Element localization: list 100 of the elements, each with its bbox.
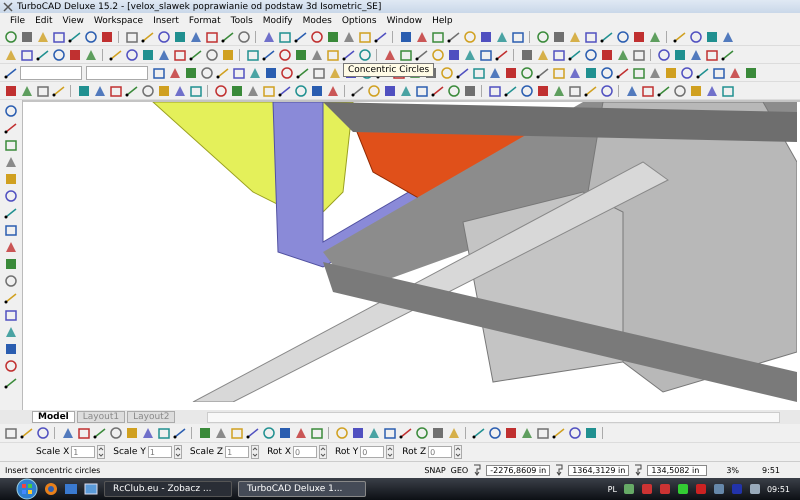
line-tool-icon[interactable]	[216, 66, 230, 80]
triangle-tool-icon[interactable]	[4, 240, 18, 254]
circle-tool-icon[interactable]	[310, 30, 324, 44]
menu-item[interactable]: View	[62, 16, 84, 26]
line-tool-icon[interactable]	[657, 84, 671, 98]
line-tool-icon[interactable]	[4, 376, 18, 390]
number-field[interactable]: 1	[225, 446, 250, 458]
square-tool-icon[interactable]	[632, 66, 646, 80]
circle-tool-icon[interactable]	[237, 30, 251, 44]
filled-square-icon[interactable]	[399, 30, 413, 44]
circle-tool-icon[interactable]	[157, 30, 171, 44]
line-tool-icon[interactable]	[456, 66, 470, 80]
triangle-tool-icon[interactable]	[383, 48, 397, 62]
square-tool-icon[interactable]	[4, 308, 18, 322]
menu-item[interactable]: File	[10, 16, 26, 26]
dropdown-field[interactable]	[86, 66, 148, 80]
filled-square-icon[interactable]	[294, 48, 308, 62]
circle-tool-icon[interactable]	[616, 30, 630, 44]
filled-square-icon[interactable]	[744, 66, 758, 80]
circle-tool-icon[interactable]	[657, 48, 671, 62]
menu-item[interactable]: Workspace	[94, 16, 144, 26]
square-tool-icon[interactable]	[568, 84, 582, 98]
triangle-tool-icon[interactable]	[168, 66, 182, 80]
square-tool-icon[interactable]	[152, 66, 166, 80]
filled-square-icon[interactable]	[536, 84, 550, 98]
number-field[interactable]: 0	[360, 446, 384, 458]
line-tool-icon[interactable]	[584, 84, 598, 98]
horizontal-scrollbar[interactable]	[207, 412, 780, 422]
filled-square-icon[interactable]	[504, 66, 518, 80]
filled-square-icon[interactable]	[584, 426, 598, 440]
circle-tool-icon[interactable]	[689, 30, 703, 44]
filled-square-icon[interactable]	[184, 66, 198, 80]
triangle-tool-icon[interactable]	[520, 426, 534, 440]
tray-icon[interactable]	[658, 483, 671, 495]
line-tool-icon[interactable]	[536, 66, 550, 80]
circle-tool-icon[interactable]	[415, 426, 429, 440]
triangle-tool-icon[interactable]	[189, 30, 203, 44]
circle-tool-icon[interactable]	[141, 84, 155, 98]
language-indicator[interactable]: PL	[608, 484, 617, 494]
filled-square-icon[interactable]	[264, 66, 278, 80]
square-tool-icon[interactable]	[488, 84, 502, 98]
square-tool-icon[interactable]	[536, 426, 550, 440]
circle-tool-icon[interactable]	[278, 48, 292, 62]
triangle-tool-icon[interactable]	[367, 426, 381, 440]
filled-square-icon[interactable]	[632, 30, 646, 44]
menu-item[interactable]: Window	[386, 16, 422, 26]
filled-square-icon[interactable]	[198, 426, 212, 440]
square-tool-icon[interactable]	[584, 30, 598, 44]
filled-square-icon[interactable]	[326, 30, 340, 44]
line-tool-icon[interactable]	[616, 66, 630, 80]
tray-icon[interactable]	[748, 483, 761, 495]
filled-square-icon[interactable]	[383, 84, 397, 98]
triangle-tool-icon[interactable]	[705, 84, 719, 98]
circle-tool-icon[interactable]	[4, 274, 18, 288]
triangle-tool-icon[interactable]	[625, 84, 639, 98]
filled-square-icon[interactable]	[4, 257, 18, 271]
line-tool-icon[interactable]	[189, 48, 203, 62]
circle-tool-icon[interactable]	[520, 66, 534, 80]
line-tool-icon[interactable]	[294, 30, 308, 44]
square-tool-icon[interactable]	[109, 84, 123, 98]
start-button[interactable]	[16, 478, 38, 500]
filled-square-icon[interactable]	[351, 426, 365, 440]
circle-tool-icon[interactable]	[200, 66, 214, 80]
square-tool-icon[interactable]	[36, 84, 50, 98]
square-tool-icon[interactable]	[173, 48, 187, 62]
triangle-tool-icon[interactable]	[415, 30, 429, 44]
geo-indicator[interactable]: GEO	[450, 466, 468, 474]
filled-square-icon[interactable]	[600, 48, 614, 62]
filled-square-icon[interactable]	[552, 30, 566, 44]
line-tool-icon[interactable]	[495, 48, 509, 62]
filled-square-icon[interactable]	[520, 48, 534, 62]
filled-square-icon[interactable]	[447, 48, 461, 62]
circle-tool-icon[interactable]	[4, 359, 18, 373]
line-tool-icon[interactable]	[4, 206, 18, 220]
line-tool-icon[interactable]	[504, 84, 518, 98]
filled-square-icon[interactable]	[278, 426, 292, 440]
tray-icon[interactable]	[640, 483, 653, 495]
circle-tool-icon[interactable]	[568, 426, 582, 440]
circle-tool-icon[interactable]	[600, 66, 614, 80]
square-tool-icon[interactable]	[52, 30, 66, 44]
square-tool-icon[interactable]	[431, 30, 445, 44]
line-tool-icon[interactable]	[447, 30, 461, 44]
number-field[interactable]: 0	[428, 446, 452, 458]
triangle-tool-icon[interactable]	[721, 30, 735, 44]
filled-square-icon[interactable]	[20, 30, 34, 44]
line-tool-icon[interactable]	[93, 426, 107, 440]
triangle-tool-icon[interactable]	[173, 84, 187, 98]
menu-item[interactable]: Edit	[35, 16, 52, 26]
square-tool-icon[interactable]	[189, 84, 203, 98]
filled-square-icon[interactable]	[310, 84, 324, 98]
triangle-tool-icon[interactable]	[488, 66, 502, 80]
spinner-icon[interactable]	[251, 445, 260, 459]
circle-tool-icon[interactable]	[600, 84, 614, 98]
circle-tool-icon[interactable]	[680, 66, 694, 80]
filled-square-icon[interactable]	[463, 84, 477, 98]
taskbar-button[interactable]: RcClub.eu - Zobacz ...	[104, 481, 232, 497]
triangle-tool-icon[interactable]	[141, 426, 155, 440]
menu-item[interactable]: Format	[188, 16, 221, 26]
circle-tool-icon[interactable]	[584, 48, 598, 62]
square-tool-icon[interactable]	[205, 30, 219, 44]
